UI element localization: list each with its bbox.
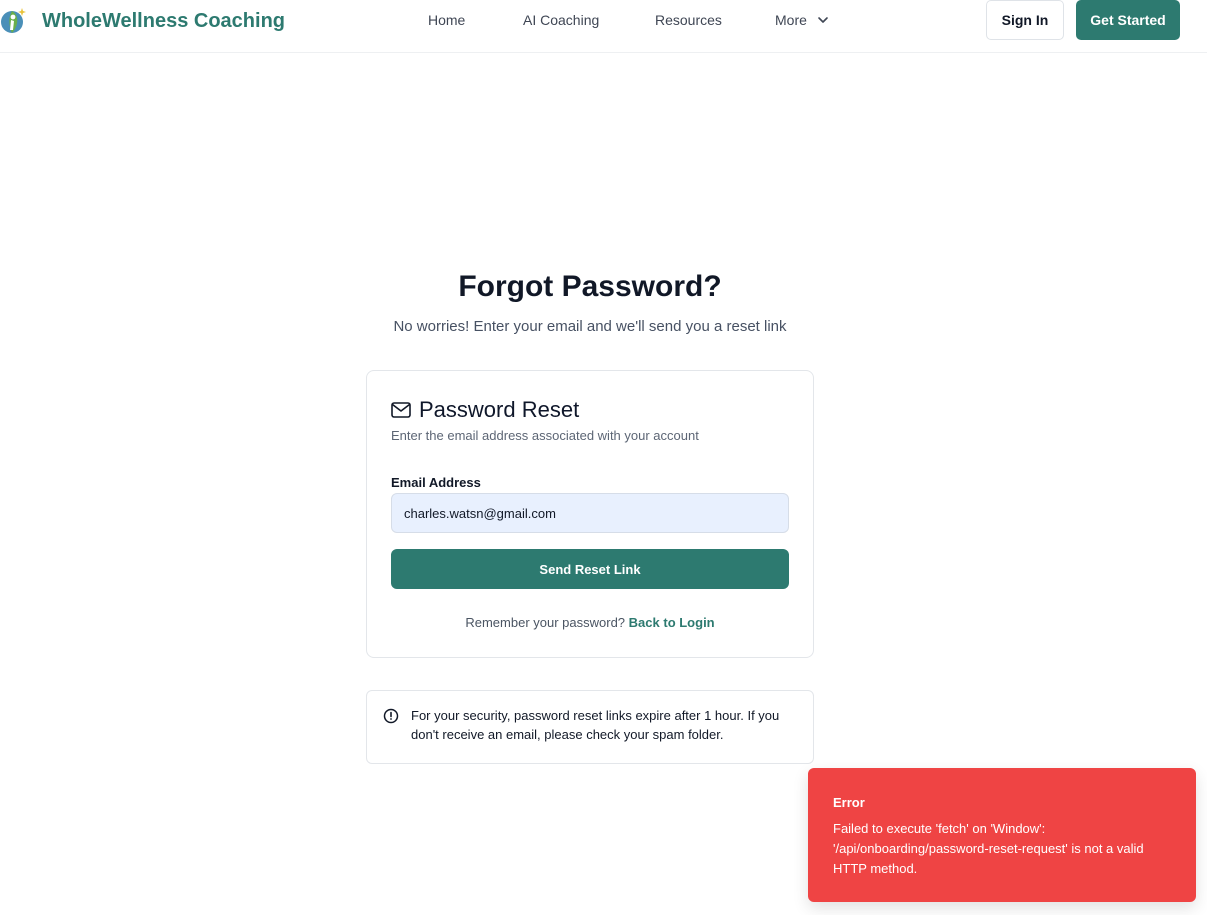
card-header: Password Reset bbox=[391, 397, 579, 423]
page-subtitle: No worries! Enter your email and we'll s… bbox=[393, 318, 787, 335]
error-toast[interactable]: Error Failed to execute 'fetch' on 'Wind… bbox=[808, 768, 1196, 902]
toast-title: Error bbox=[833, 795, 865, 810]
back-to-login-link[interactable]: Back to Login bbox=[629, 615, 715, 630]
sign-in-button[interactable]: Sign In bbox=[986, 0, 1064, 40]
nav-resources[interactable]: Resources bbox=[655, 12, 722, 28]
email-label: Email Address bbox=[391, 475, 481, 490]
nav-ai-coaching[interactable]: AI Coaching bbox=[523, 12, 599, 28]
info-circle-icon bbox=[383, 708, 399, 724]
nav-more-label: More bbox=[775, 12, 807, 28]
top-navbar: WholeWellness Coaching Home AI Coaching … bbox=[0, 0, 1207, 53]
get-started-button[interactable]: Get Started bbox=[1076, 0, 1180, 40]
card-description: Enter the email address associated with … bbox=[391, 428, 699, 443]
send-reset-link-button[interactable]: Send Reset Link bbox=[391, 549, 789, 589]
remember-text: Remember your password? bbox=[465, 615, 626, 630]
toast-message: Failed to execute 'fetch' on 'Window': '… bbox=[833, 821, 1144, 876]
chevron-down-icon bbox=[818, 17, 828, 23]
remember-password-row: Remember your password? Back to Login bbox=[367, 615, 813, 630]
nav-more[interactable]: More bbox=[775, 12, 829, 28]
card-title: Password Reset bbox=[419, 397, 580, 422]
page-title: Forgot Password? bbox=[458, 270, 722, 303]
password-reset-card: Password Reset Enter the email address a… bbox=[366, 370, 814, 658]
security-notice: For your security, password reset links … bbox=[366, 690, 814, 764]
nav-home[interactable]: Home bbox=[428, 12, 465, 28]
email-field[interactable] bbox=[391, 493, 789, 533]
notice-text: For your security, password reset links … bbox=[411, 708, 780, 742]
mail-icon bbox=[391, 402, 411, 418]
